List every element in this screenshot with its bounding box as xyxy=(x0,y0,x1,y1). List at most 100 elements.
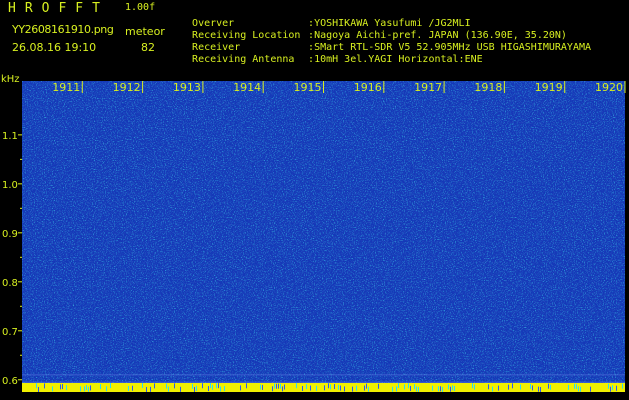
info-row-antenna: Receiving Antenna :10mH 3el.YAGI Horizont… xyxy=(180,42,483,66)
band-streak xyxy=(218,383,219,389)
band-streak xyxy=(216,383,217,389)
info-value: :10mH 3el.YAGI Horizontal:ENE xyxy=(308,54,483,65)
band-streak xyxy=(396,386,397,392)
band-streak xyxy=(364,385,365,391)
frequency-unit-label: kHz xyxy=(1,74,20,85)
band-streak xyxy=(608,383,609,389)
band-streak xyxy=(208,386,209,392)
band-streak xyxy=(224,386,225,392)
band-streak xyxy=(498,385,499,391)
band-streak xyxy=(220,386,221,392)
time-tick-label: 1918 xyxy=(474,81,502,94)
band-streak xyxy=(150,386,151,392)
band-streak xyxy=(324,385,325,391)
band-streak xyxy=(450,386,451,392)
band-streak xyxy=(576,383,577,389)
band-streak xyxy=(276,383,277,389)
time-tick-label: 1912 xyxy=(113,81,141,94)
band-streak xyxy=(284,384,285,390)
band-streak xyxy=(472,383,473,389)
band-streak xyxy=(438,386,439,392)
band-streak xyxy=(192,383,193,389)
band-streak xyxy=(260,384,261,390)
band-streak xyxy=(538,386,539,392)
band-streak xyxy=(240,385,241,391)
meteor-label: meteor xyxy=(125,25,165,38)
spectrogram-noise xyxy=(22,81,625,392)
band-streak xyxy=(366,383,367,389)
band-streak xyxy=(154,383,155,389)
frequency-tick-label: 1.0 xyxy=(2,180,18,191)
time-tick-label: 1916 xyxy=(354,81,382,94)
band-streak xyxy=(302,385,303,391)
band-streak xyxy=(86,384,87,390)
band-streak xyxy=(356,385,357,391)
band-streak xyxy=(174,383,175,389)
band-streak xyxy=(416,386,417,392)
band-streak xyxy=(410,385,411,391)
spectrogram: 1.1 1.0 0.9 0.8 0.7 0.6 1911 1912 1913 1914 1915 1… xyxy=(2,81,626,392)
band-streak xyxy=(612,385,613,391)
band-streak xyxy=(52,386,53,392)
timestamp: 26.08.16 19:10 xyxy=(12,41,97,54)
band-streak xyxy=(328,383,329,389)
band-streak xyxy=(352,386,353,392)
band-streak xyxy=(296,383,297,389)
band-streak xyxy=(280,383,281,389)
band-streak xyxy=(330,384,331,390)
band-streak xyxy=(272,386,273,392)
app-version: 1.00f xyxy=(125,2,156,13)
band-streak xyxy=(110,383,111,389)
band-streak xyxy=(194,386,195,392)
file-name: YY2608161910.png xyxy=(12,23,114,36)
band-streak xyxy=(80,386,81,392)
band-streak xyxy=(492,386,493,392)
band-streak xyxy=(452,385,453,391)
band-streak xyxy=(532,385,533,391)
time-tick-label: 1914 xyxy=(233,81,261,94)
band-streak xyxy=(568,384,569,390)
band-streak xyxy=(306,384,307,390)
band-streak xyxy=(508,384,509,390)
band-streak xyxy=(278,383,279,389)
band-streak xyxy=(36,383,37,389)
band-streak xyxy=(520,384,521,390)
band-streak xyxy=(550,384,551,390)
band-streak xyxy=(574,383,575,389)
band-streak xyxy=(512,383,513,389)
band-streak xyxy=(100,384,101,390)
band-streak xyxy=(62,384,63,390)
band-streak xyxy=(432,385,433,391)
band-streak xyxy=(44,383,45,389)
band-streak xyxy=(196,385,197,391)
band-streak xyxy=(106,386,107,392)
band-streak xyxy=(142,383,143,389)
band-streak xyxy=(408,383,409,389)
time-tick-label: 1917 xyxy=(414,81,442,94)
app-title: HROFFT xyxy=(8,1,109,16)
time-tick-label: 1915 xyxy=(294,81,322,94)
band-streak xyxy=(168,386,169,392)
band-streak xyxy=(474,384,475,390)
frequency-tick-label: 0.9 xyxy=(2,229,18,240)
band-streak xyxy=(590,386,591,392)
time-tick-label: 1920 xyxy=(595,81,623,94)
info-key: Receiving Antenna xyxy=(192,54,295,65)
band-streak xyxy=(316,385,317,391)
band-streak xyxy=(404,384,405,390)
band-streak xyxy=(414,384,415,390)
band-streak xyxy=(548,383,549,389)
bottom-band xyxy=(22,383,625,392)
band-streak xyxy=(418,386,419,392)
band-streak xyxy=(38,386,39,392)
band-streak xyxy=(180,386,181,392)
band-streak xyxy=(166,383,167,389)
frequency-tick-label: 0.7 xyxy=(2,327,18,338)
band-streak xyxy=(540,386,541,392)
frequency-tick-label: 1.1 xyxy=(2,131,18,142)
band-streak xyxy=(274,383,275,389)
meteor-count: 82 xyxy=(141,41,155,54)
band-streak xyxy=(66,385,67,391)
band-streak xyxy=(488,384,489,390)
bottom-band-fill xyxy=(22,383,625,392)
